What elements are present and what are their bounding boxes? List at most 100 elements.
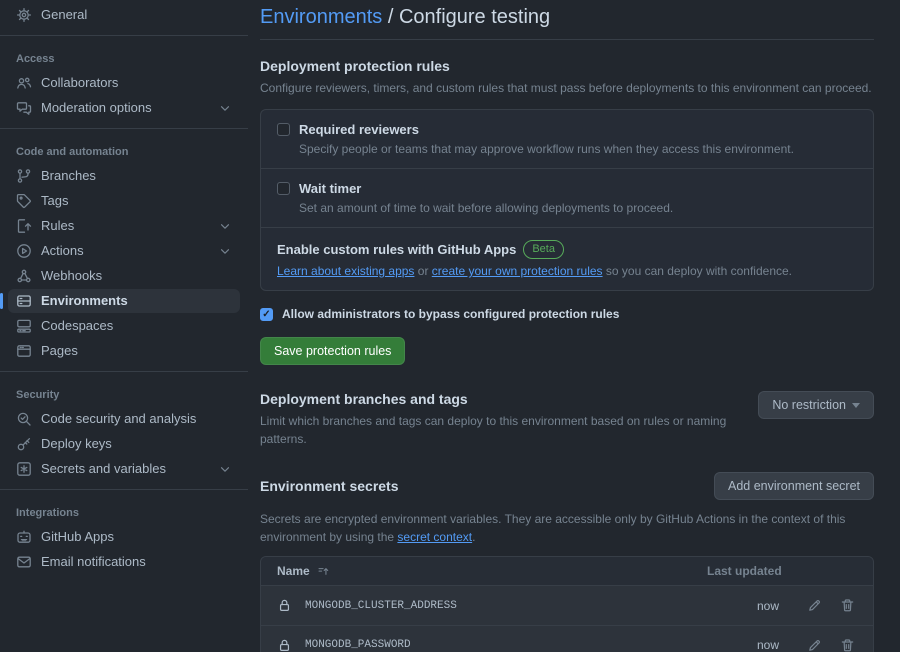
sidebar-item-label: General (41, 7, 87, 23)
wait-timer-label[interactable]: Wait timer (299, 181, 361, 196)
create-protection-rules-link[interactable]: create your own protection rules (432, 264, 603, 278)
secret-updated: now (757, 599, 779, 613)
custom-rules-links: Learn about existing apps or create your… (277, 264, 857, 278)
sidebar-section-code-and-automation: Code and automation (0, 137, 248, 163)
sidebar-item-tags[interactable]: Tags (8, 189, 240, 213)
git-branch-icon (16, 168, 32, 184)
chevron-down-icon (218, 462, 232, 476)
secret-context-link[interactable]: secret context (397, 530, 472, 544)
sidebar-divider (0, 128, 248, 129)
sidebar-item-moderation-options[interactable]: Moderation options (8, 96, 240, 120)
sidebar-item-label: Email notifications (41, 554, 146, 570)
webhook-icon (16, 268, 32, 284)
sidebar-item-general[interactable]: General (8, 3, 240, 27)
last-updated-column-header: Last updated (707, 564, 857, 578)
delete-secret-button[interactable] (838, 636, 857, 652)
lock-icon (277, 638, 292, 652)
play-icon (16, 243, 32, 259)
mail-icon (16, 554, 32, 570)
wait-timer-checkbox[interactable] (277, 182, 290, 195)
branch-restriction-value: No restriction (772, 398, 846, 412)
bypass-checkbox[interactable] (260, 308, 273, 321)
page-title: Configure testing (399, 6, 550, 28)
required-reviewers-description: Specify people or teams that may approve… (299, 142, 857, 156)
tag-icon (16, 193, 32, 209)
sidebar-item-branches[interactable]: Branches (8, 164, 240, 188)
rules-icon (16, 218, 32, 234)
branch-restriction-dropdown[interactable]: No restriction (758, 391, 874, 419)
wait-timer-description: Set an amount of time to wait before all… (299, 201, 857, 215)
breadcrumb: Environments / Configure testing (260, 4, 874, 40)
rule-required-reviewers: Required reviewers Specify people or tea… (261, 110, 873, 168)
secret-name: MONGODB_CLUSTER_ADDRESS (305, 600, 457, 612)
name-column-header[interactable]: Name (277, 564, 707, 578)
delete-secret-button[interactable] (838, 596, 857, 615)
sidebar-item-secrets-and-variables[interactable]: Secrets and variables (8, 457, 240, 481)
bypass-row: Allow administrators to bypass configure… (260, 307, 874, 321)
sidebar-item-codespaces[interactable]: Codespaces (8, 314, 240, 338)
sidebar-item-label: Webhooks (41, 268, 102, 284)
required-reviewers-checkbox[interactable] (277, 123, 290, 136)
sidebar-item-github-apps[interactable]: GitHub Apps (8, 525, 240, 549)
sidebar-item-label: Secrets and variables (41, 461, 166, 477)
hubot-icon (16, 529, 32, 545)
secret-name: MONGODB_PASSWORD (305, 639, 411, 651)
sidebar-item-actions[interactable]: Actions (8, 239, 240, 263)
sidebar-item-label: Rules (41, 218, 74, 234)
sidebar-item-label: Deploy keys (41, 436, 112, 452)
sidebar-item-rules[interactable]: Rules (8, 214, 240, 238)
key-icon (16, 436, 32, 452)
secrets-description-period: . (472, 530, 475, 544)
breadcrumb-separator: / (382, 6, 399, 28)
secrets-description-text: Secrets are encrypted environment variab… (260, 512, 845, 544)
sidebar-divider (0, 371, 248, 372)
save-protection-rules-button[interactable]: Save protection rules (260, 337, 405, 365)
settings-page: General Access Collaborators Moderation … (0, 0, 900, 652)
caret-down-icon (852, 403, 860, 408)
asterisk-box-icon (16, 461, 32, 477)
protection-rules-description: Configure reviewers, timers, and custom … (260, 79, 874, 97)
sidebar-section-integrations: Integrations (0, 498, 248, 524)
sidebar-item-label: Tags (41, 193, 68, 209)
chevron-down-icon (218, 244, 232, 258)
secrets-table: Name Last updated MONGODB_CLUSTER_ADDRES… (260, 556, 874, 652)
protection-rules-section: Deployment protection rules Configure re… (260, 58, 874, 365)
codespaces-icon (16, 318, 32, 334)
deployment-branches-section: Deployment branches and tags Limit which… (260, 391, 874, 448)
required-reviewers-label[interactable]: Required reviewers (299, 122, 419, 137)
name-header-label: Name (277, 564, 310, 578)
custom-rules-label: Enable custom rules with GitHub Apps (277, 242, 516, 257)
custom-rules-or-text: or (414, 264, 431, 278)
sidebar-item-code-security[interactable]: Code security and analysis (8, 407, 240, 431)
sidebar-section-access: Access (0, 44, 248, 70)
table-row: MONGODB_PASSWORD now (261, 625, 873, 652)
sidebar-item-label: Moderation options (41, 100, 152, 116)
sidebar-divider (0, 489, 248, 490)
settings-sidebar: General Access Collaborators Moderation … (0, 0, 248, 652)
environment-secrets-heading: Environment secrets (260, 478, 399, 494)
chevron-down-icon (218, 101, 232, 115)
sidebar-item-environments[interactable]: Environments (8, 289, 240, 313)
breadcrumb-environments-link[interactable]: Environments (260, 6, 382, 28)
sidebar-item-label: GitHub Apps (41, 529, 114, 545)
add-environment-secret-button[interactable]: Add environment secret (714, 472, 874, 500)
trash-icon (840, 598, 855, 613)
sidebar-item-webhooks[interactable]: Webhooks (8, 264, 240, 288)
edit-secret-button[interactable] (805, 596, 824, 615)
pencil-icon (807, 598, 822, 613)
bypass-label[interactable]: Allow administrators to bypass configure… (282, 307, 619, 321)
environment-secrets-description: Secrets are encrypted environment variab… (260, 510, 846, 546)
chevron-down-icon (218, 219, 232, 233)
beta-badge: Beta (523, 240, 564, 259)
secret-updated: now (757, 638, 779, 652)
sidebar-item-collaborators[interactable]: Collaborators (8, 71, 240, 95)
sidebar-item-label: Environments (41, 293, 128, 309)
sidebar-item-email-notifications[interactable]: Email notifications (8, 550, 240, 574)
learn-existing-apps-link[interactable]: Learn about existing apps (277, 264, 414, 278)
pencil-icon (807, 638, 822, 652)
sidebar-item-pages[interactable]: Pages (8, 339, 240, 363)
sidebar-item-deploy-keys[interactable]: Deploy keys (8, 432, 240, 456)
edit-secret-button[interactable] (805, 636, 824, 652)
protection-rules-box: Required reviewers Specify people or tea… (260, 109, 874, 291)
deployment-branches-description: Limit which branches and tags can deploy… (260, 412, 732, 448)
